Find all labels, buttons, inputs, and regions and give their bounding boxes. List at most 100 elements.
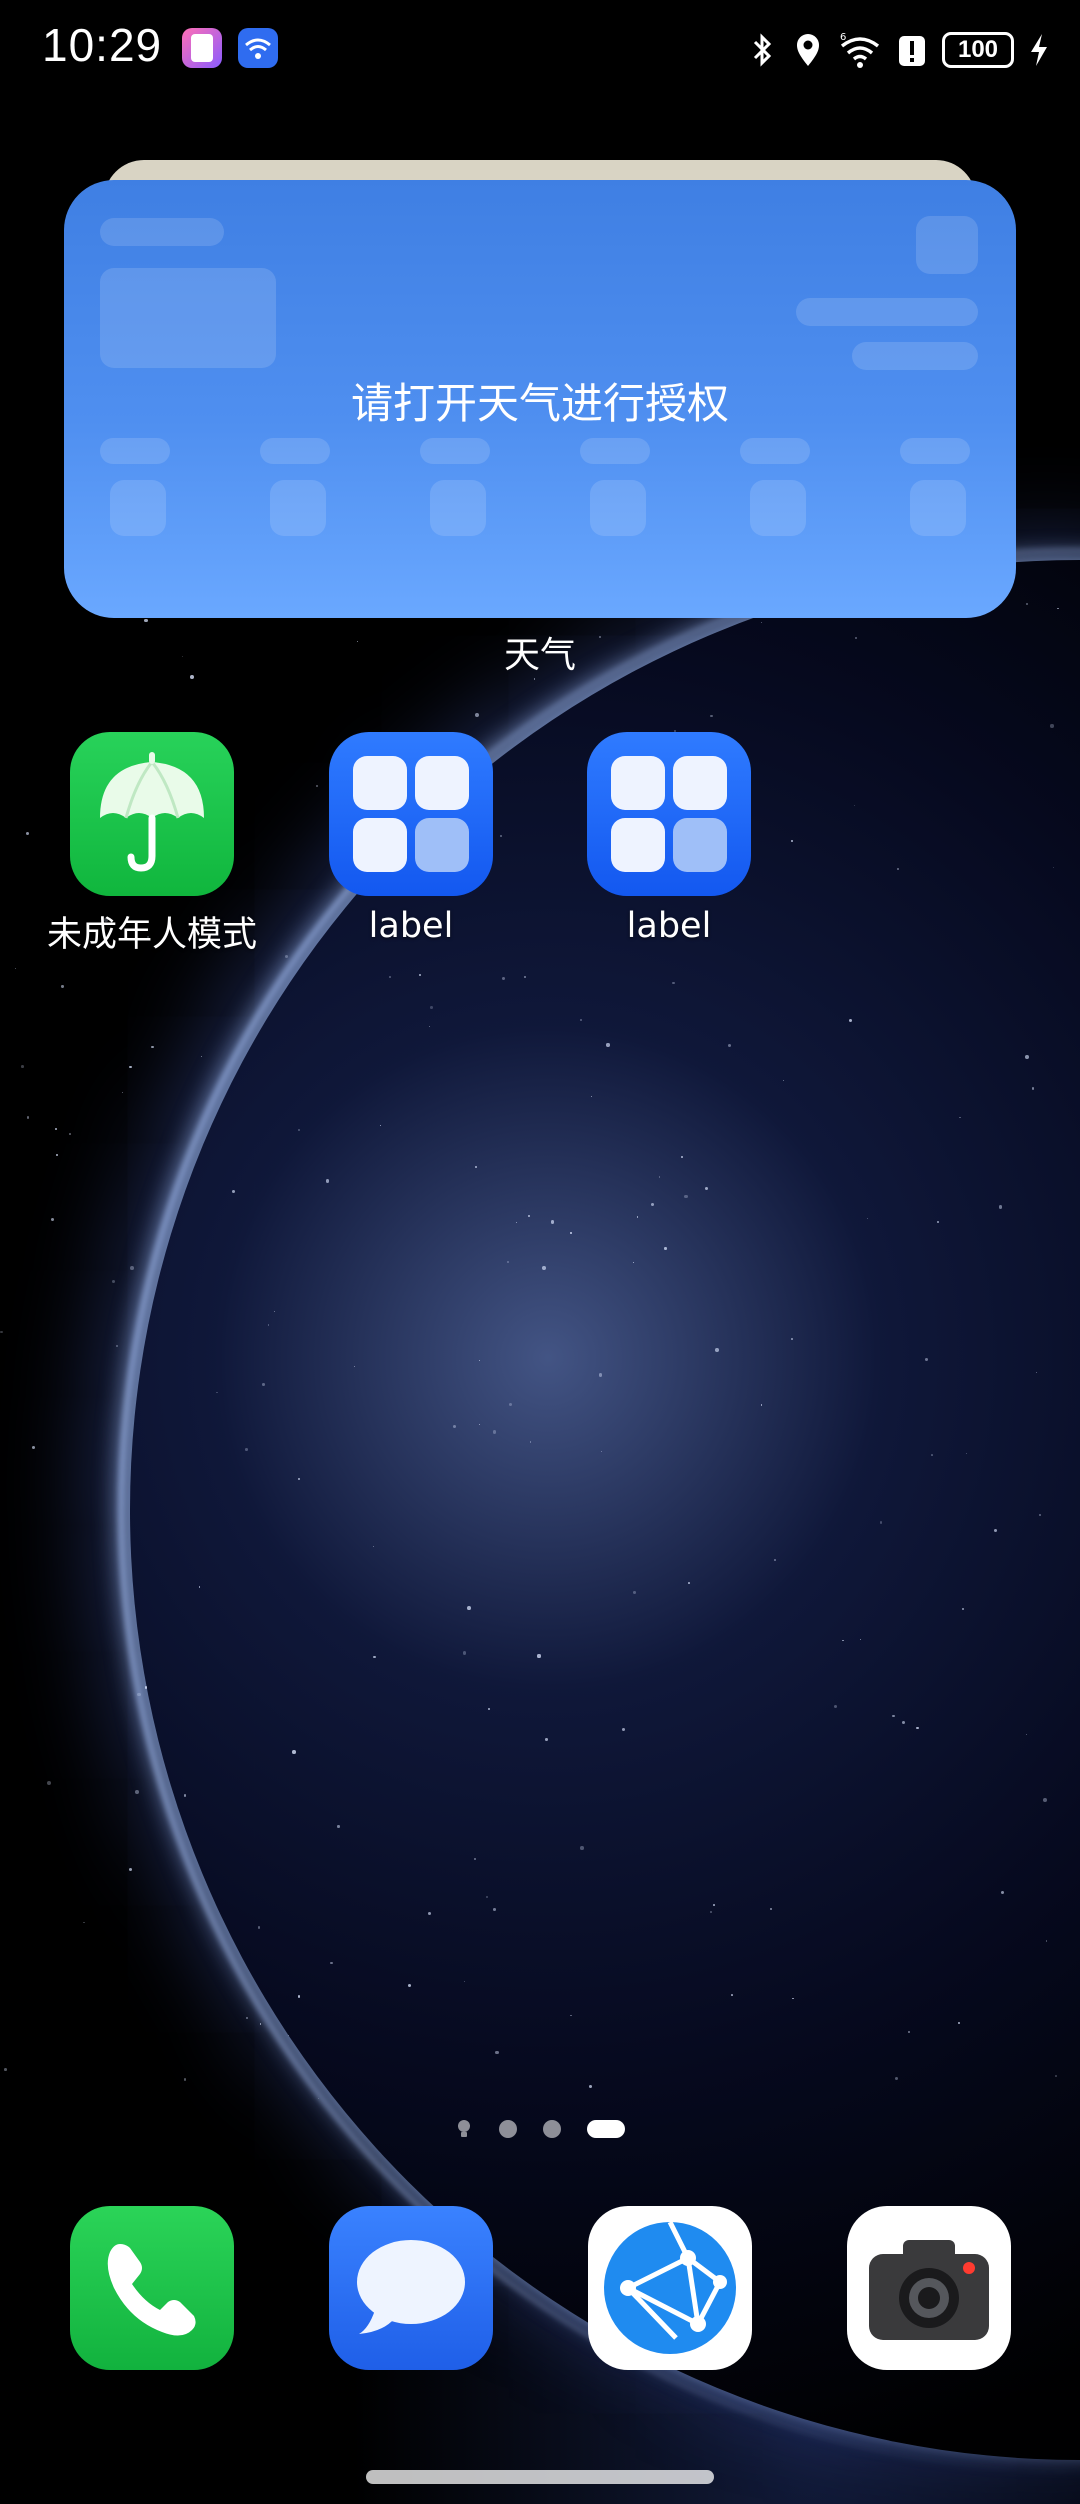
star xyxy=(925,1357,929,1361)
star xyxy=(588,2084,592,2088)
star xyxy=(859,1638,861,1641)
star xyxy=(866,1218,869,1220)
star xyxy=(760,1404,763,1406)
star xyxy=(46,1781,51,1786)
star xyxy=(354,1365,356,1367)
star xyxy=(492,1430,497,1434)
bluetooth-icon xyxy=(753,33,772,67)
star xyxy=(1001,1890,1005,1894)
star xyxy=(298,1478,300,1480)
star xyxy=(680,1155,683,1158)
dock-camera[interactable] xyxy=(847,2206,1011,2370)
star xyxy=(478,1424,480,1426)
star xyxy=(506,1261,509,1264)
star xyxy=(791,840,793,842)
charging-icon xyxy=(1031,34,1047,66)
star xyxy=(633,1591,636,1594)
star xyxy=(1025,1055,1029,1060)
dock-browser[interactable] xyxy=(588,2206,752,2370)
dock-phone[interactable] xyxy=(70,2206,234,2370)
star xyxy=(545,1737,549,1741)
star xyxy=(201,1056,203,1058)
star xyxy=(936,1221,939,1224)
star xyxy=(1025,602,1028,605)
star xyxy=(1055,2075,1058,2078)
page-dot[interactable] xyxy=(499,2120,517,2138)
star xyxy=(993,1528,998,1533)
app-grid-icon xyxy=(329,732,493,896)
star xyxy=(262,1382,265,1386)
star xyxy=(473,1857,477,1860)
star xyxy=(128,1867,133,1872)
placeholder-block xyxy=(100,218,224,246)
star xyxy=(580,1846,584,1850)
star xyxy=(1045,1940,1048,1942)
placeholder-block xyxy=(270,480,326,536)
wifi-6-icon: 6 xyxy=(840,32,880,68)
star xyxy=(325,1179,330,1184)
star xyxy=(337,1825,340,1828)
star xyxy=(379,1125,382,1127)
star xyxy=(998,1205,1003,1209)
placeholder-block xyxy=(260,438,330,464)
star xyxy=(727,1043,732,1048)
star xyxy=(31,1445,35,1449)
star xyxy=(129,1065,132,1069)
star xyxy=(291,1749,296,1754)
star xyxy=(232,1190,236,1194)
star xyxy=(710,1910,712,1913)
star xyxy=(570,1232,572,1234)
star xyxy=(509,1403,513,1407)
star xyxy=(527,1214,531,1218)
alert-icon xyxy=(899,36,925,66)
lightbulb-page-icon[interactable] xyxy=(455,2118,473,2140)
app-label-2[interactable]: label xyxy=(549,732,789,946)
star xyxy=(20,1064,24,1068)
star xyxy=(495,2050,499,2055)
placeholder-block xyxy=(580,438,650,464)
weather-widget[interactable]: 请打开天气进行授权 xyxy=(64,180,1016,618)
weather-widget-label: 天气 xyxy=(503,635,576,676)
star xyxy=(600,1450,603,1453)
star xyxy=(130,1266,135,1271)
star xyxy=(298,1128,301,1131)
star xyxy=(55,1127,58,1130)
star xyxy=(26,831,30,835)
star xyxy=(288,2034,290,2036)
home-indicator[interactable] xyxy=(366,2470,714,2484)
placeholder-block xyxy=(852,342,978,370)
page-indicator[interactable] xyxy=(0,2118,1080,2140)
browser-network-icon xyxy=(604,2220,736,2354)
placeholder-block xyxy=(910,480,966,536)
star xyxy=(1031,1087,1034,1090)
page-dot-active[interactable] xyxy=(587,2120,625,2138)
star xyxy=(550,1220,555,1224)
star xyxy=(833,1704,837,1708)
star xyxy=(26,1116,30,1119)
star xyxy=(408,1983,412,1987)
star xyxy=(959,1116,962,1119)
star xyxy=(537,1654,541,1658)
star xyxy=(895,2076,899,2080)
star xyxy=(523,975,526,979)
page-dot[interactable] xyxy=(543,2120,561,2138)
star xyxy=(651,1202,655,1206)
placeholder-block xyxy=(740,438,810,464)
star xyxy=(121,1092,123,1094)
star xyxy=(429,1025,431,1027)
placeholder-block xyxy=(100,438,170,464)
umbrella-icon xyxy=(70,732,234,896)
star xyxy=(372,1545,374,1547)
star xyxy=(144,619,148,623)
star xyxy=(61,985,64,988)
star xyxy=(69,1133,71,1136)
app-label-1[interactable]: label xyxy=(291,732,531,946)
star xyxy=(244,1448,248,1452)
star xyxy=(467,1605,471,1610)
star xyxy=(151,1045,155,1049)
app-minor-mode[interactable]: 未成年人模式 xyxy=(32,732,272,957)
star xyxy=(198,1586,201,1589)
star xyxy=(961,1607,965,1611)
star xyxy=(842,1639,845,1642)
dock-messages[interactable] xyxy=(329,2206,493,2370)
